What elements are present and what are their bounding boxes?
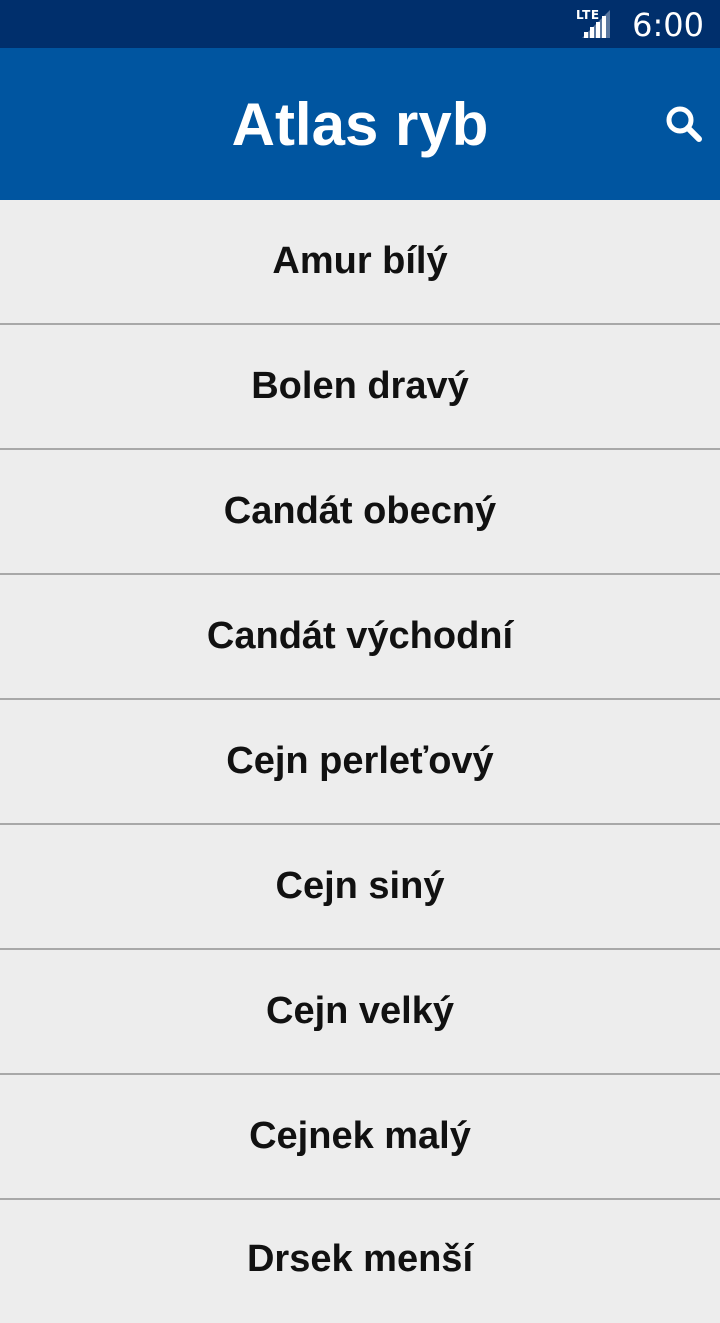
status-bar: LTE 6:00 — [0, 0, 720, 48]
list-item[interactable]: Cejn siný — [0, 825, 720, 950]
search-button[interactable] — [656, 96, 712, 152]
search-icon — [666, 106, 702, 142]
app-title: Atlas ryb — [231, 91, 489, 158]
list-item[interactable]: Candát obecný — [0, 450, 720, 575]
list-item[interactable]: Bolen dravý — [0, 325, 720, 450]
list-item[interactable]: Cejn perleťový — [0, 700, 720, 825]
signal-icon — [582, 10, 610, 38]
fish-list: Amur bílý Bolen dravý Candát obecný Cand… — [0, 200, 720, 1323]
list-item[interactable]: Drsek menší — [0, 1200, 720, 1323]
status-clock: 6:00 — [632, 6, 704, 44]
list-item[interactable]: Cejnek malý — [0, 1075, 720, 1200]
app-bar: Atlas ryb — [0, 48, 720, 200]
list-item[interactable]: Candát východní — [0, 575, 720, 700]
list-item[interactable]: Amur bílý — [0, 200, 720, 325]
list-item[interactable]: Cejn velký — [0, 950, 720, 1075]
